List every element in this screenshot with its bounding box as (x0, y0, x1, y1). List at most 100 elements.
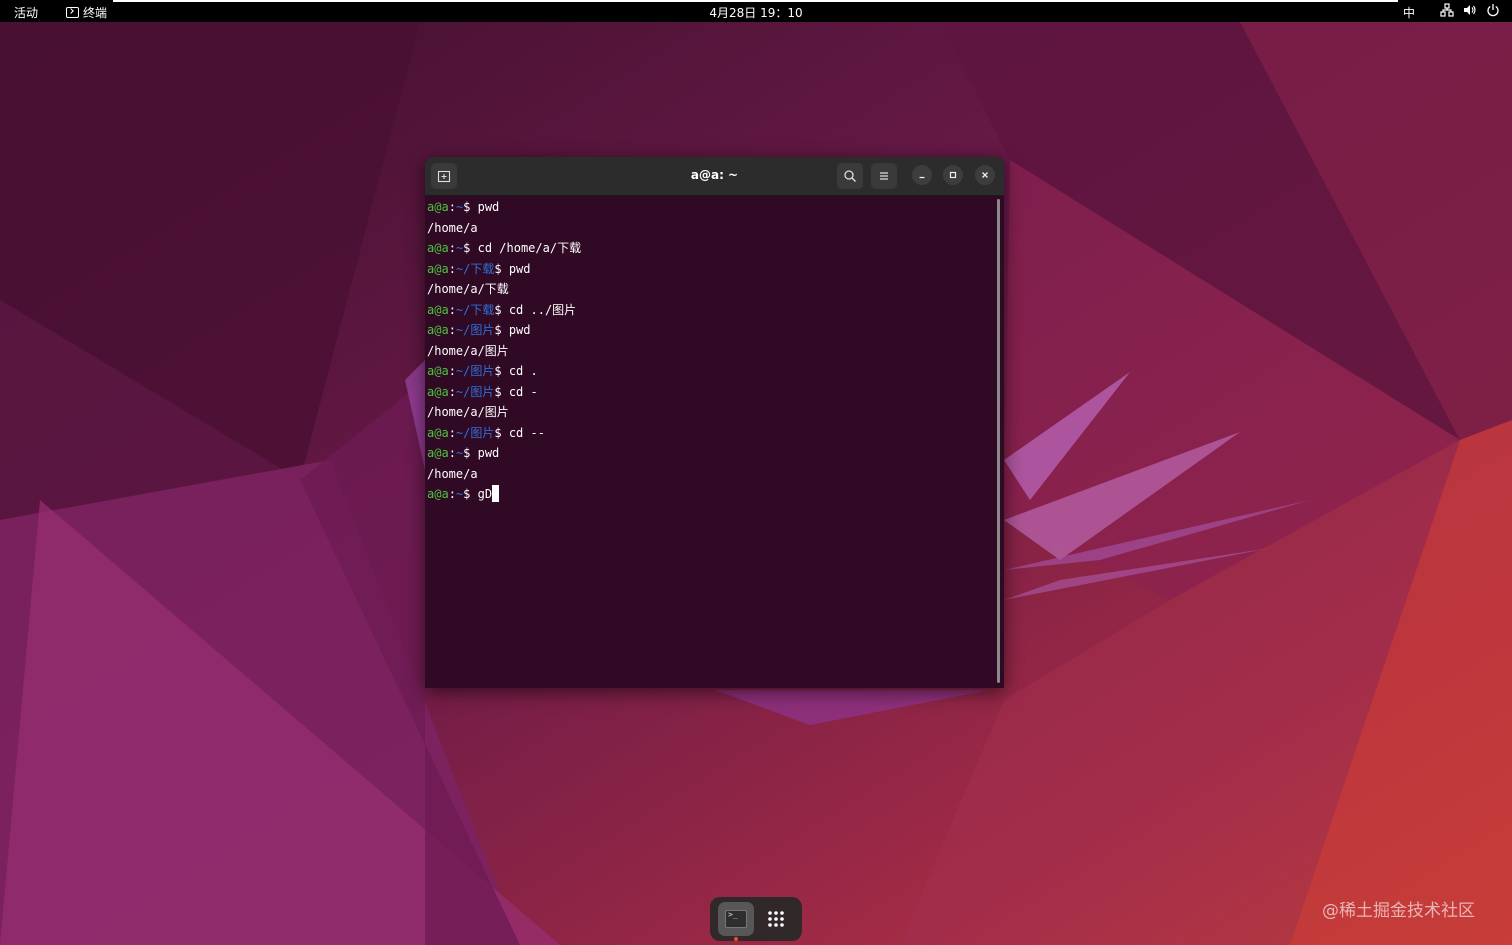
close-button[interactable] (975, 165, 995, 185)
input-method-indicator[interactable]: 中 (1403, 4, 1415, 21)
prompt-symbol: $ (463, 241, 478, 255)
command-text: cd /home/a/下载 (477, 241, 582, 255)
minimize-icon (919, 176, 925, 179)
prompt-symbol: $ (494, 261, 509, 276)
prompt-user: a@a (427, 425, 449, 440)
app-menu-button[interactable]: 终端 (66, 4, 107, 21)
prompt-user: a@a (427, 364, 449, 378)
terminal-line: /home/a/图片 (427, 402, 992, 423)
prompt-path: ~/下载 (455, 302, 495, 317)
prompt-symbol: $ (463, 487, 478, 501)
prompt-user: a@a (427, 487, 449, 501)
prompt-user: a@a (427, 446, 449, 460)
terminal-line: a@a:~/图片$ cd . (427, 361, 992, 382)
command-text: cd . (508, 364, 538, 378)
power-icon (1487, 4, 1499, 17)
command-text: pwd (508, 323, 531, 337)
prompt-user: a@a (427, 200, 449, 214)
new-tab-icon (437, 170, 451, 183)
prompt-separator: : (448, 487, 456, 501)
command-text: pwd (508, 261, 531, 276)
activities-button[interactable]: 活动 (14, 4, 38, 21)
prompt-symbol: $ (463, 200, 478, 214)
command-text: cd -- (508, 425, 545, 440)
terminal-line: /home/a/下载 (427, 279, 992, 300)
command-output: /home/a/下载 (427, 282, 509, 296)
prompt-symbol: $ (494, 425, 509, 440)
command-text: pwd (477, 446, 500, 460)
terminal-line: /home/a/图片 (427, 341, 992, 362)
terminal-line: a@a:~/图片$ cd -- (427, 423, 992, 444)
top-panel: 活动 终端 4月28日 19：10 中 (0, 0, 1512, 22)
date-time-button[interactable]: 4月28日 19：10 (709, 6, 802, 20)
prompt-user: a@a (427, 302, 449, 317)
prompt-separator: : (448, 384, 456, 399)
prompt-separator: : (448, 425, 456, 440)
prompt-path: ~/图片 (455, 364, 495, 378)
text-cursor (492, 485, 500, 502)
panel-accent-line (113, 0, 1398, 2)
prompt-separator: : (448, 323, 456, 337)
prompt-symbol: $ (494, 302, 509, 317)
prompt-user: a@a (427, 241, 449, 255)
terminal-output[interactable]: a@a:~$ pwd/home/a a@a:~$ cd /home/a/下载 a@a… (427, 197, 992, 505)
search-icon (844, 170, 856, 182)
prompt-path: ~/图片 (455, 425, 495, 440)
terminal-line: /home/a (427, 218, 992, 239)
command-text: cd ../图片 (508, 302, 577, 317)
close-icon (982, 172, 988, 178)
running-indicator (734, 937, 738, 941)
terminal-line: /home/a (427, 464, 992, 485)
prompt-path: ~/图片 (455, 384, 495, 399)
hamburger-menu-icon (880, 172, 888, 180)
prompt-symbol: $ (494, 323, 509, 337)
system-tray[interactable] (1440, 3, 1500, 17)
command-text: gD (477, 487, 493, 501)
app-menu-label: 终端 (83, 6, 108, 20)
prompt-symbol: $ (463, 446, 478, 460)
terminal-icon (725, 910, 747, 928)
grid-apps-icon[interactable] (766, 909, 786, 929)
prompt-separator: : (448, 241, 456, 255)
new-tab-button[interactable] (431, 163, 457, 189)
prompt-separator: : (448, 302, 456, 317)
prompt-symbol: $ (494, 384, 509, 399)
terminal-line: a@a:~$ pwd (427, 197, 992, 218)
command-output: /home/a/图片 (427, 405, 509, 419)
terminal-line: a@a:~/下载$ pwd (427, 259, 992, 280)
watermark: @稀土掘金技术社区 (1322, 901, 1475, 921)
terminal-app-icon (66, 7, 79, 18)
dock (710, 897, 802, 941)
terminal-line: a@a:~$ gD (427, 484, 992, 505)
maximize-icon (949, 171, 957, 179)
prompt-separator: : (448, 200, 456, 214)
minimize-button[interactable] (912, 165, 932, 185)
prompt-symbol: $ (494, 364, 509, 378)
command-output: /home/a/图片 (427, 343, 509, 358)
terminal-header-bar[interactable]: a@a: ~ (425, 157, 1004, 196)
prompt-user: a@a (427, 261, 449, 276)
clock-container: 4月28日 19：10 (0, 4, 1512, 21)
window-title: a@a: ~ (690, 168, 739, 182)
prompt-separator: : (448, 364, 456, 378)
maximize-button[interactable] (943, 165, 963, 185)
terminal-line: a@a:~/图片$ pwd (427, 320, 992, 341)
search-button[interactable] (837, 163, 863, 189)
network-icon (1440, 3, 1454, 17)
prompt-separator: : (448, 261, 456, 276)
command-output: /home/a (427, 220, 478, 235)
terminal-window[interactable]: a@a: ~ a@a:~$ pwd /home/a a@a:~$ cd /hom… (425, 157, 1004, 688)
terminal-line: a@a:~/图片$ cd - (427, 382, 992, 403)
prompt-user: a@a (427, 384, 449, 399)
command-output: /home/a (427, 466, 478, 481)
terminal-scrollbar[interactable] (997, 199, 1000, 683)
prompt-user: a@a (427, 323, 449, 337)
menu-button[interactable] (871, 163, 897, 189)
prompt-path: ~/下载 (455, 261, 495, 276)
terminal-line: a@a:~/下载$ cd ../图片 (427, 300, 992, 321)
dock-terminal-button[interactable] (718, 902, 754, 936)
prompt-separator: : (448, 446, 456, 460)
volume-icon (1464, 5, 1476, 15)
command-text: cd - (508, 384, 538, 399)
terminal-line: a@a:~$ pwd (427, 443, 992, 464)
